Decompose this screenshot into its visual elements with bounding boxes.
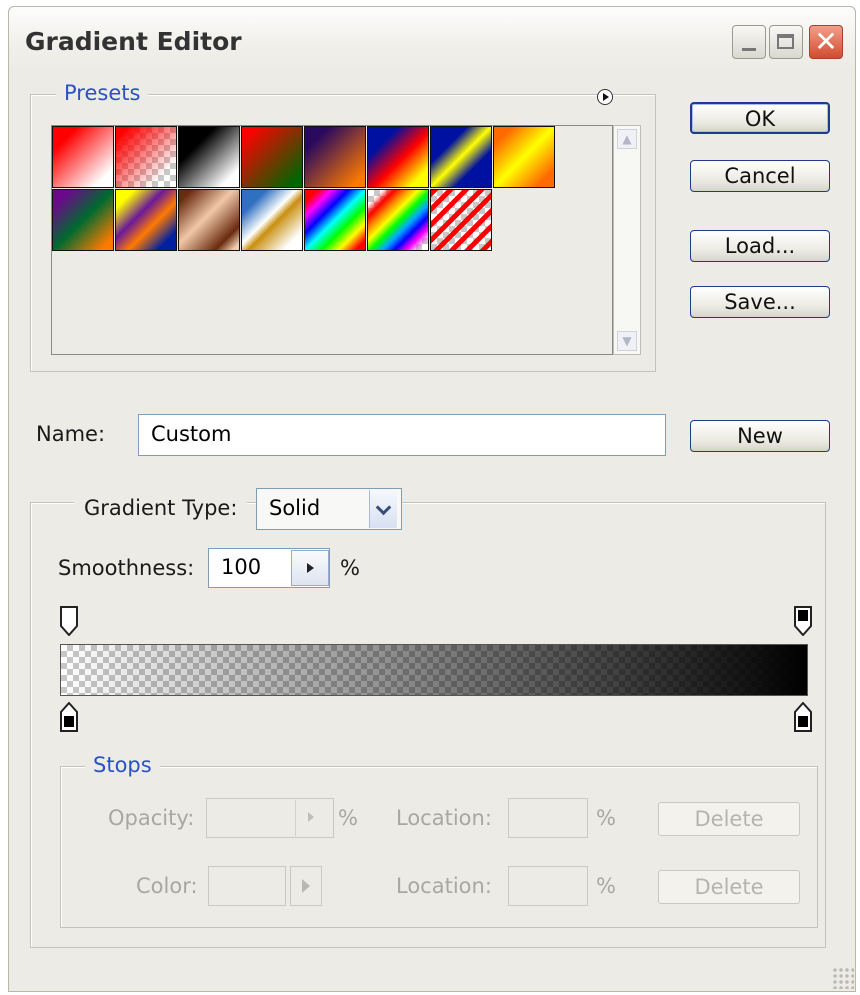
color-swatch-field[interactable] (208, 866, 286, 906)
smoothness-unit: % (340, 556, 360, 580)
preset-swatch[interactable] (430, 126, 492, 188)
preset-swatch[interactable] (304, 189, 366, 251)
minimize-button[interactable] (732, 25, 766, 59)
preset-swatch[interactable] (178, 126, 240, 188)
opacity-stop-right-icon[interactable] (794, 606, 812, 636)
preset-swatch[interactable] (52, 189, 114, 251)
preset-swatch[interactable] (367, 189, 429, 251)
preset-swatch[interactable] (430, 189, 492, 251)
opacity-location-field[interactable] (508, 798, 588, 838)
delete-color-stop-button[interactable]: Delete (658, 870, 800, 904)
gradient-type-select[interactable]: Solid (256, 488, 402, 530)
presets-group: Presets ▲ ▼ (30, 81, 656, 372)
preset-swatch[interactable] (115, 126, 177, 188)
circle-arrow-menu-icon[interactable] (597, 89, 613, 105)
opacity-unit: % (338, 806, 358, 830)
name-label: Name: (36, 422, 106, 446)
presets-scrollbar[interactable]: ▲ ▼ (613, 125, 641, 355)
ok-button[interactable]: OK (690, 102, 830, 134)
minimize-icon (742, 48, 756, 51)
color-menu-arrow-icon[interactable] (290, 866, 322, 906)
title-bar[interactable]: Gradient Editor ✕ (9, 7, 855, 73)
chevron-down-icon[interactable] (369, 490, 397, 528)
preset-swatch[interactable] (241, 126, 303, 188)
opacity-stop-left-icon[interactable] (60, 606, 78, 636)
window-title: Gradient Editor (25, 27, 242, 56)
close-icon: ✕ (814, 25, 838, 58)
gradient-preview-bar[interactable] (60, 644, 808, 696)
preset-swatch[interactable] (493, 126, 555, 188)
gradient-fill (61, 645, 807, 695)
preset-swatch[interactable] (367, 126, 429, 188)
preset-swatch[interactable] (241, 189, 303, 251)
preset-swatch[interactable] (178, 189, 240, 251)
preset-swatch[interactable] (304, 126, 366, 188)
resize-grip-icon[interactable] (832, 967, 854, 989)
opacity-slider-arrow-icon[interactable] (295, 800, 327, 836)
close-button[interactable]: ✕ (809, 25, 843, 59)
color-location-field[interactable] (508, 866, 588, 906)
preset-swatch[interactable] (115, 189, 177, 251)
opacity-location-unit: % (596, 806, 616, 830)
maximize-button[interactable] (769, 25, 803, 59)
name-value: Custom (151, 422, 232, 446)
opacity-field[interactable] (206, 798, 334, 838)
maximize-icon (777, 34, 794, 49)
smoothness-value: 100 (221, 555, 262, 579)
presets-legend: Presets (56, 81, 149, 105)
name-field[interactable]: Custom (138, 414, 666, 456)
opacity-location-label: Location: (396, 806, 492, 830)
color-label: Color: (136, 874, 198, 898)
scroll-down-arrow-icon[interactable]: ▼ (617, 331, 637, 351)
gradient-type-label: Gradient Type: (74, 496, 248, 520)
scroll-up-arrow-icon[interactable]: ▲ (617, 129, 637, 149)
new-button[interactable]: New (690, 420, 830, 452)
cancel-button[interactable]: Cancel (690, 160, 830, 192)
delete-opacity-stop-button[interactable]: Delete (658, 802, 800, 836)
color-location-label: Location: (396, 874, 492, 898)
opacity-label: Opacity: (108, 806, 195, 830)
gradient-type-value: Solid (269, 496, 321, 520)
stops-legend: Stops (85, 753, 160, 777)
preset-swatch[interactable] (52, 126, 114, 188)
color-stop-left-icon[interactable] (60, 702, 78, 732)
smoothness-slider-arrow-icon[interactable] (291, 550, 329, 586)
save-button[interactable]: Save... (690, 286, 830, 318)
smoothness-label: Smoothness: (58, 556, 195, 580)
color-stop-right-icon[interactable] (794, 702, 812, 732)
smoothness-field[interactable]: 100 (208, 548, 330, 588)
load-button[interactable]: Load... (690, 230, 830, 262)
color-location-unit: % (596, 874, 616, 898)
presets-grid (51, 125, 613, 355)
